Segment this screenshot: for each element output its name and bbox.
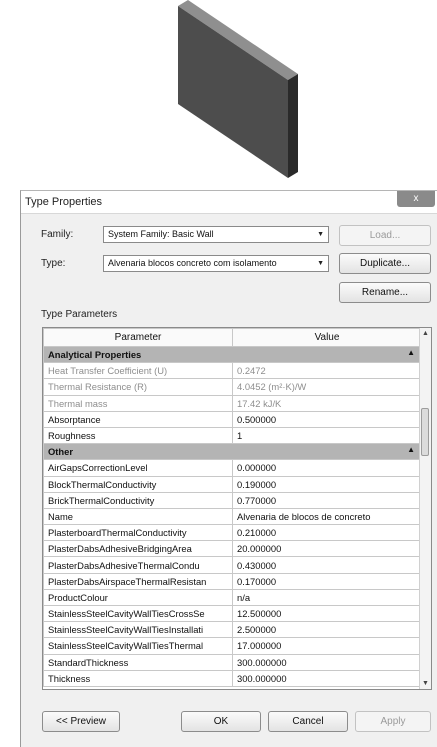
parameter-name: PlasterDabsAdhesiveThermalCondu xyxy=(43,556,233,574)
vertical-scrollbar[interactable]: ▲ ▼ xyxy=(419,328,431,689)
group-name: Other xyxy=(48,446,74,458)
family-value: System Family: Basic Wall xyxy=(108,229,214,239)
family-label: Family: xyxy=(41,229,74,240)
table-row[interactable]: Roughness 1 xyxy=(43,426,422,445)
parameter-name: StainlessSteelCavityWallTiesCrossSe xyxy=(43,604,233,623)
parameters-table: Parameter Value Analytical Properties ▲ H… xyxy=(43,328,422,687)
parameter-name: BrickThermalConductivity xyxy=(43,491,233,509)
table-row[interactable]: Thickness 300.000000 xyxy=(43,669,422,687)
wall-3d-preview-image xyxy=(178,0,298,178)
parameter-value: 0.2472 xyxy=(232,362,422,380)
type-value: Alvenaria blocos concreto com isolamento xyxy=(108,258,277,268)
scrollbar-thumb[interactable] xyxy=(421,408,429,456)
parameter-value: 17.42 kJ/K xyxy=(232,394,422,412)
parameter-name: Thermal mass xyxy=(43,394,233,412)
table-row[interactable]: BrickThermalConductivity 0.770000 xyxy=(43,491,422,509)
scroll-up-arrow-icon[interactable]: ▲ xyxy=(422,330,429,337)
dropdown-arrow-icon: ▼ xyxy=(317,260,324,267)
load-button[interactable]: Load... xyxy=(339,225,431,246)
parameter-value[interactable]: 12.500000 xyxy=(232,604,422,623)
parameter-value[interactable]: 0.170000 xyxy=(232,572,422,590)
collapse-icon[interactable]: ▲ xyxy=(407,445,415,454)
table-row[interactable]: StandardThickness 300.000000 xyxy=(43,653,422,671)
parameter-column-header[interactable]: Parameter xyxy=(43,328,233,347)
table-row[interactable]: BlockThermalConductivity 0.190000 xyxy=(43,475,422,493)
table-row[interactable]: PlasterDabsAdhesiveThermalCondu 0.430000 xyxy=(43,556,422,574)
table-row[interactable]: PlasterDabsAdhesiveBridgingArea 20.00000… xyxy=(43,540,422,558)
scroll-down-arrow-icon[interactable]: ▼ xyxy=(422,680,429,687)
table-row[interactable]: AirGapsCorrectionLevel 0.000000 xyxy=(43,459,422,477)
value-column-header[interactable]: Value xyxy=(232,328,422,347)
parameter-value[interactable]: 2.500000 xyxy=(232,621,422,639)
parameter-value[interactable]: Alvenaria de blocos de concreto xyxy=(232,507,422,526)
parameter-name: ProductColour xyxy=(43,588,233,607)
duplicate-button[interactable]: Duplicate... xyxy=(339,253,431,274)
table-row[interactable]: PlasterDabsAirspaceThermalResistan 0.170… xyxy=(43,572,422,590)
type-dropdown[interactable]: Alvenaria blocos concreto com isolamento… xyxy=(103,255,329,272)
table-row[interactable]: PlasterboardThermalConductivity 0.210000 xyxy=(43,524,422,542)
group-row-analytical-properties[interactable]: Analytical Properties ▲ xyxy=(43,345,422,364)
parameter-name: BlockThermalConductivity xyxy=(43,475,233,493)
dialog-title: Type Properties xyxy=(25,196,103,208)
table-row[interactable]: ProductColour n/a xyxy=(43,588,422,607)
type-properties-dialog: Type Properties x Family: System Family:… xyxy=(20,190,437,747)
dropdown-arrow-icon: ▼ xyxy=(317,231,324,238)
parameter-name: Absorptance xyxy=(43,410,233,428)
parameter-name: AirGapsCorrectionLevel xyxy=(43,459,233,477)
table-row[interactable]: StainlessSteelCavityWallTiesThermal 17.0… xyxy=(43,637,422,655)
parameter-value[interactable]: 0.770000 xyxy=(232,491,422,509)
parameter-value[interactable]: 0.210000 xyxy=(232,524,422,542)
parameter-name: PlasterboardThermalConductivity xyxy=(43,524,233,542)
wall-preview xyxy=(0,0,437,190)
parameter-name: PlasterDabsAirspaceThermalResistan xyxy=(43,572,233,590)
type-parameters-label: Type Parameters xyxy=(41,309,118,320)
table-row[interactable]: StainlessSteelCavityWallTiesCrossSe 12.5… xyxy=(43,604,422,623)
parameter-value[interactable]: n/a xyxy=(232,588,422,607)
parameter-value: 4.0452 (m²·K)/W xyxy=(232,378,422,396)
ok-button[interactable]: OK xyxy=(181,711,261,732)
parameter-name: Name xyxy=(43,507,233,526)
dialog-titlebar[interactable]: Type Properties x xyxy=(21,191,437,214)
table-row[interactable]: Absorptance 0.500000 xyxy=(43,410,422,428)
collapse-icon[interactable]: ▲ xyxy=(407,348,415,357)
group-row-other[interactable]: Other ▲ xyxy=(43,443,422,461)
table-row: Thermal mass 17.42 kJ/K xyxy=(43,394,422,412)
rename-button[interactable]: Rename... xyxy=(339,282,431,303)
parameter-value[interactable]: 0.500000 xyxy=(232,410,422,428)
preview-button[interactable]: << Preview xyxy=(42,711,120,732)
parameter-value[interactable]: 0.190000 xyxy=(232,475,422,493)
wall-side-face xyxy=(288,74,298,178)
parameter-name: Roughness xyxy=(43,426,233,445)
family-dropdown[interactable]: System Family: Basic Wall ▼ xyxy=(103,226,329,243)
table-row[interactable]: StainlessSteelCavityWallTiesInstallati 2… xyxy=(43,621,422,639)
parameter-name: StandardThickness xyxy=(43,653,233,671)
parameter-value[interactable]: 17.000000 xyxy=(232,637,422,655)
apply-button[interactable]: Apply xyxy=(355,711,431,732)
parameter-name: Heat Transfer Coefficient (U) xyxy=(43,362,233,380)
parameter-value[interactable]: 0.430000 xyxy=(232,556,422,574)
parameter-name: Thermal Resistance (R) xyxy=(43,378,233,396)
type-parameters-grid: Parameter Value Analytical Properties ▲ H… xyxy=(42,327,432,690)
parameter-name: StainlessSteelCavityWallTiesInstallati xyxy=(43,621,233,639)
parameter-value[interactable]: 300.000000 xyxy=(232,669,422,687)
parameter-value[interactable]: 300.000000 xyxy=(232,653,422,671)
table-row[interactable]: Name Alvenaria de blocos de concreto xyxy=(43,507,422,526)
close-button[interactable]: x xyxy=(397,191,435,207)
parameter-name: Thickness xyxy=(43,669,233,687)
cancel-button[interactable]: Cancel xyxy=(268,711,348,732)
parameter-name: PlasterDabsAdhesiveBridgingArea xyxy=(43,540,233,558)
type-label: Type: xyxy=(41,258,66,269)
parameter-name: StainlessSteelCavityWallTiesThermal xyxy=(43,637,233,655)
parameter-value[interactable]: 1 xyxy=(232,426,422,445)
table-row: Thermal Resistance (R) 4.0452 (m²·K)/W xyxy=(43,378,422,396)
parameter-value[interactable]: 20.000000 xyxy=(232,540,422,558)
table-row: Heat Transfer Coefficient (U) 0.2472 xyxy=(43,362,422,380)
group-name: Analytical Properties xyxy=(48,349,142,361)
parameter-value[interactable]: 0.000000 xyxy=(232,459,422,477)
